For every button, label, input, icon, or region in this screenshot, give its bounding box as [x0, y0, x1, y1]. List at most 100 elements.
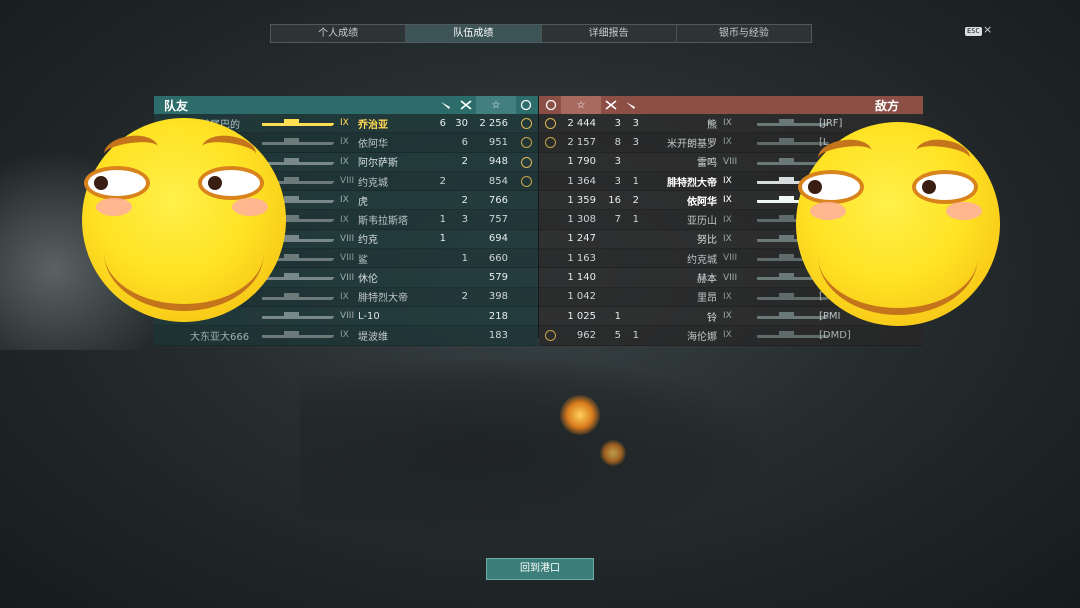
ship-tier: IX	[340, 156, 349, 167]
stat-2: 3	[461, 214, 468, 226]
stat-1: 8	[614, 136, 621, 148]
background-ship	[300, 360, 760, 540]
stat-1: 3	[614, 117, 621, 129]
ship-tier: IX	[723, 214, 732, 225]
esc-key-label[interactable]: ESC	[965, 27, 982, 36]
medal-icon	[545, 118, 556, 129]
ship-tier: IX	[723, 330, 732, 341]
ship-name: 堤波维	[358, 331, 388, 343]
ship-tier: IX	[340, 291, 349, 302]
ship-name: 阿尔萨斯	[358, 158, 398, 170]
stat-2: 1	[461, 252, 468, 264]
result-tabs: 个人成绩 队伍成绩 详细报告 银币与经验	[270, 24, 812, 43]
stat-2: 2	[461, 194, 468, 206]
torpedo-icon[interactable]	[621, 96, 641, 114]
stat-1: 6	[439, 117, 446, 129]
score: 1 140	[567, 272, 596, 284]
ship-name: 努比	[697, 235, 717, 247]
stat-2: 1	[632, 214, 639, 226]
ship-name: 海伦娜	[687, 331, 717, 343]
ship-tier: VIII	[340, 311, 355, 322]
score: 1 364	[567, 175, 596, 187]
score: 1 308	[567, 214, 596, 226]
score: 2 444	[567, 117, 596, 129]
torpedo-icon[interactable]	[436, 96, 456, 114]
plane-icon[interactable]	[456, 96, 476, 114]
score: 694	[488, 233, 508, 245]
tab-personal[interactable]: 个人成绩	[271, 25, 407, 42]
score: 2 157	[567, 136, 596, 148]
stat-1: 1	[439, 233, 446, 245]
tab-team[interactable]: 队伍成绩	[406, 25, 542, 42]
ship-name: 依阿华	[358, 138, 388, 150]
score: 579	[488, 272, 508, 284]
enemies-title: 敌方	[874, 98, 899, 113]
medal-icon[interactable]	[516, 96, 536, 114]
ship-silhouette	[262, 292, 334, 300]
stat-1: 7	[614, 214, 621, 226]
eyebrow	[914, 136, 972, 173]
stat-1: 16	[608, 194, 621, 206]
stat-1: 3	[614, 175, 621, 187]
ship-name: 铃	[707, 312, 717, 324]
ship-name: 熊	[707, 119, 717, 131]
score: 1 025	[567, 310, 596, 322]
ship-silhouette	[262, 119, 334, 126]
stat-1: 1	[614, 310, 621, 322]
ship-tier: IX	[723, 137, 732, 148]
ship-tier: IX	[723, 176, 732, 187]
ship-tier: IX	[723, 311, 732, 322]
ship-tier: IX	[340, 137, 349, 148]
stat-2: 2	[632, 194, 639, 206]
ship-silhouette	[262, 157, 334, 165]
close-icon[interactable]: ×	[983, 23, 992, 36]
return-to-port-button[interactable]: 回到港口	[486, 558, 594, 580]
ship-name: 休伦	[358, 274, 378, 286]
medal-icon[interactable]	[541, 96, 561, 114]
score: 948	[488, 156, 508, 168]
star-icon[interactable]: ☆	[476, 96, 516, 114]
stat-2: 2	[461, 156, 468, 168]
ship-name: 雷鸣	[697, 158, 717, 170]
ship-name: 依阿华	[687, 196, 717, 208]
stat-1: 1	[439, 214, 446, 226]
score: 1 359	[567, 194, 596, 206]
enemy-row[interactable]: 962 5 1 海伦娜 IX [DMD]	[539, 326, 923, 346]
score: 766	[488, 194, 508, 206]
ally-row[interactable]: 大东亚大666 IX 堤波维 183	[154, 326, 538, 346]
ship-name: 鲨	[358, 254, 368, 266]
ship-silhouette	[262, 138, 334, 146]
star-icon[interactable]: ☆	[561, 96, 601, 114]
stat-2: 1	[632, 175, 639, 187]
allies-header: 队友 ☆	[154, 96, 538, 114]
medal-icon	[545, 330, 556, 342]
smiley-sticker-left	[82, 118, 286, 322]
clan-tag: [DMD]	[819, 329, 851, 341]
ship-tier: IX	[340, 214, 349, 225]
ship-tier: IX	[340, 195, 349, 206]
ship-name: 约克	[358, 235, 378, 247]
medal-icon	[521, 156, 532, 168]
score: 757	[488, 214, 508, 226]
ship-tier: IX	[340, 330, 349, 341]
ship-tier: VIII	[723, 253, 738, 264]
ship-name: 虎	[358, 196, 368, 208]
score: 962	[576, 329, 596, 341]
smiley-sticker-right	[796, 122, 1000, 326]
ship-silhouette	[262, 331, 334, 339]
medal-icon	[521, 137, 532, 149]
ship-tier: VIII	[340, 272, 355, 283]
ship-tier: VIII	[723, 272, 738, 283]
tab-detailed-report[interactable]: 详细报告	[541, 25, 677, 42]
ship-name: 斯韦拉斯塔	[358, 216, 408, 228]
ship-tier: IX	[723, 233, 732, 244]
medal-icon	[545, 137, 556, 149]
stat-2: 1	[632, 329, 639, 341]
ship-tier: IX	[723, 195, 732, 206]
plane-icon[interactable]	[601, 96, 621, 114]
ship-silhouette	[262, 311, 334, 319]
ship-tier: VIII	[340, 176, 355, 187]
score: 660	[488, 252, 508, 264]
mouth	[818, 198, 978, 315]
tab-credits-xp[interactable]: 银币与经验	[676, 25, 811, 42]
